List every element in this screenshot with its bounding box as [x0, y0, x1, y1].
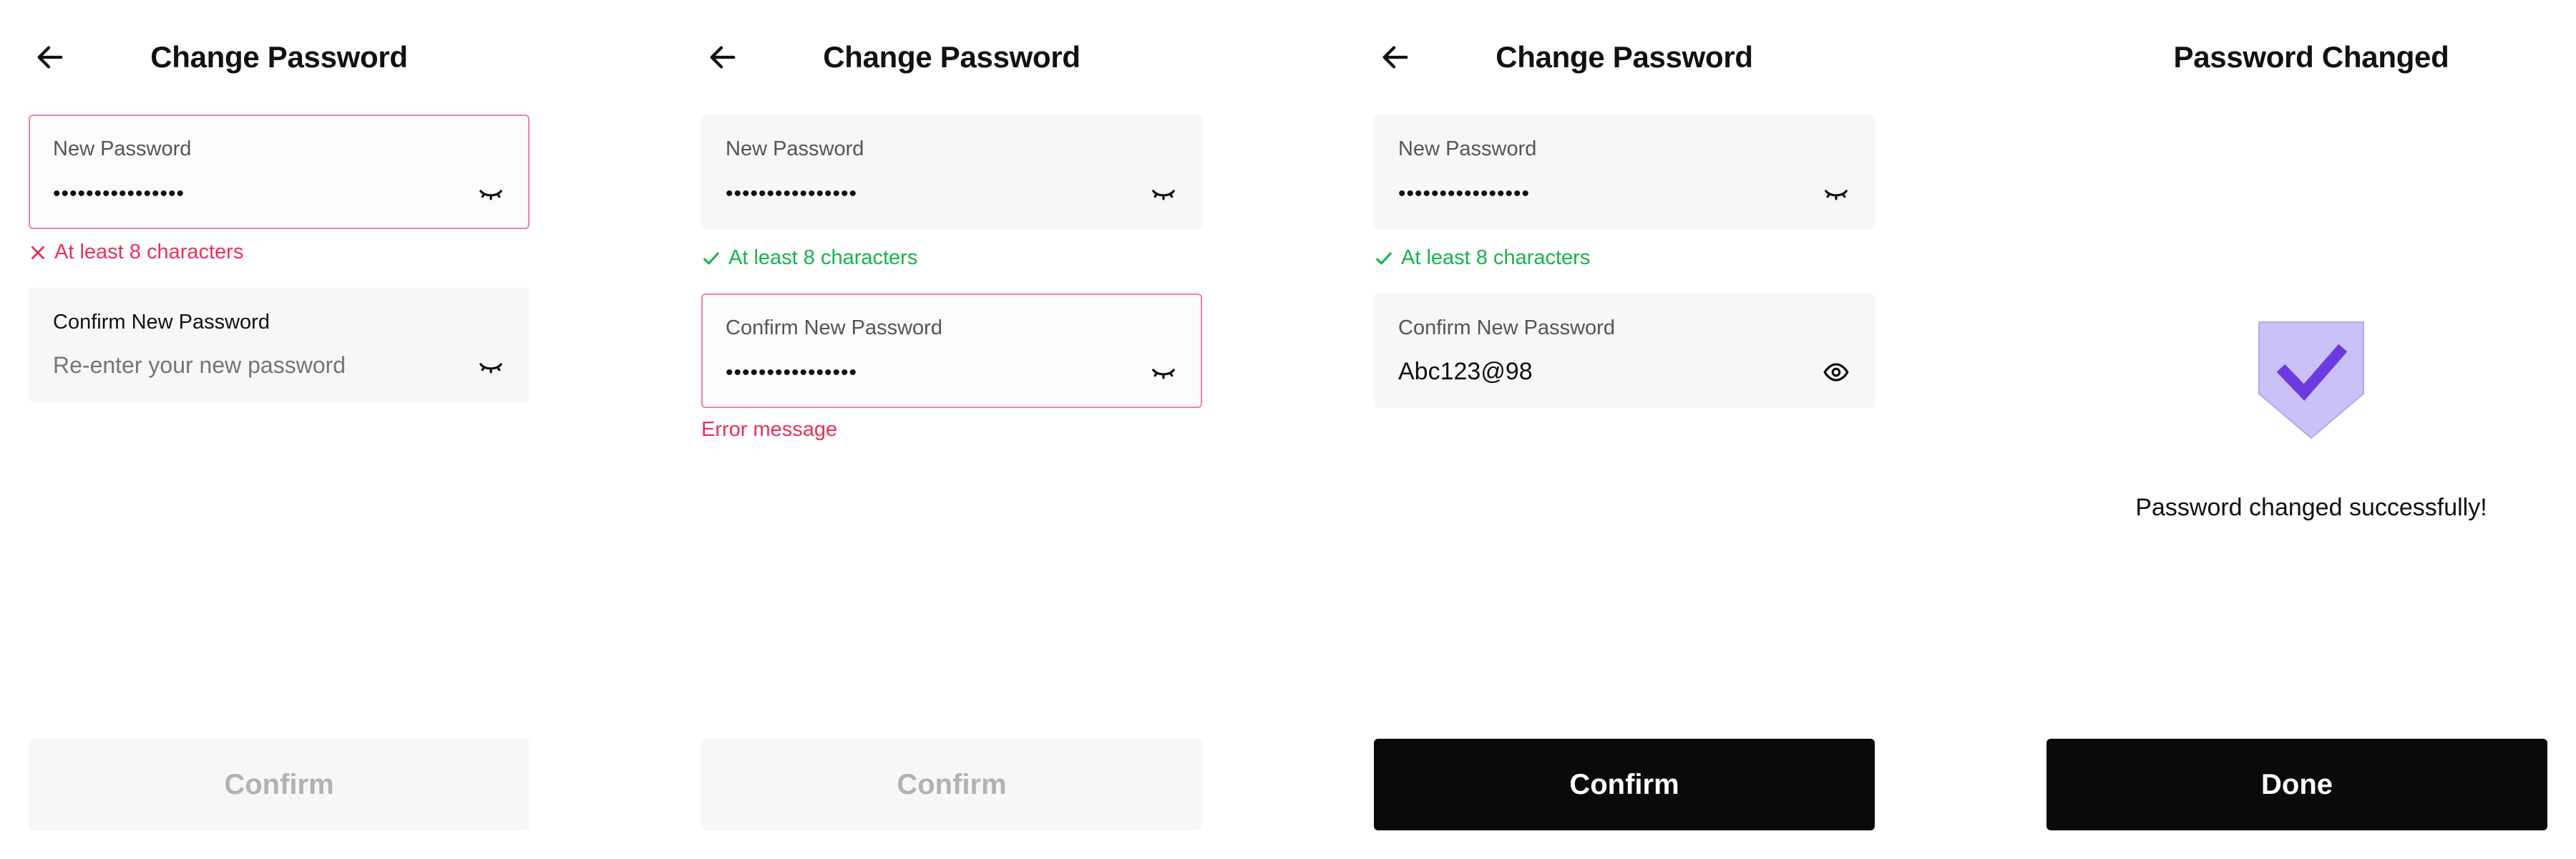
confirm-password-value[interactable]: Abc123@98 [1398, 358, 1802, 386]
confirm-password-label: Confirm New Password [1398, 316, 1615, 339]
success-message: Password changed successfully! [2135, 494, 2487, 521]
hint-text: At least 8 characters [728, 246, 918, 269]
toggle-visibility-button[interactable] [1820, 178, 1852, 209]
confirm-password-field[interactable]: Confirm New Password Abc123@98 [1374, 293, 1875, 408]
eye-closed-icon [1152, 190, 1175, 200]
eye-closed-icon [1825, 190, 1848, 200]
password-length-hint: At least 8 characters [1374, 246, 1590, 270]
hint-text: At least 8 characters [1401, 246, 1591, 269]
confirm-password-label: Confirm New Password [726, 316, 942, 339]
confirm-password-field[interactable]: Confirm New Password •••••••••••••••• [701, 293, 1202, 408]
header: Change Password [1345, 29, 1989, 86]
confirm-button[interactable]: Confirm [1374, 739, 1875, 830]
check-icon [703, 251, 719, 265]
header: Password Changed [2018, 29, 2576, 86]
toggle-visibility-button[interactable] [475, 178, 507, 209]
header: Change Password [0, 29, 644, 86]
password-changed-screen: Password Changed Password changed succes… [2018, 0, 2576, 859]
new-password-field[interactable]: New Password •••••••••••••••• [29, 115, 530, 229]
check-icon [1376, 251, 1392, 265]
header: Change Password [673, 29, 1317, 86]
toggle-visibility-button[interactable] [1820, 356, 1852, 388]
page-title: Change Password [150, 40, 408, 74]
eye-open-icon [1823, 363, 1849, 382]
toggle-visibility-button[interactable] [475, 351, 507, 382]
toggle-visibility-button[interactable] [1148, 178, 1179, 209]
confirm-password-input[interactable] [53, 352, 457, 379]
password-length-hint: At least 8 characters [701, 246, 917, 270]
new-password-label: New Password [1398, 137, 1537, 160]
change-password-screen-empty-confirm: Change Password New Password •••••••••••… [0, 0, 644, 859]
hint-text: At least 8 characters [54, 241, 244, 263]
confirm-password-label: Confirm New Password [53, 311, 270, 334]
eye-closed-icon [479, 190, 502, 200]
confirm-password-field[interactable]: Confirm New Password [29, 288, 530, 402]
error-message: Error message [701, 418, 838, 441]
page-title: Change Password [1496, 40, 1753, 74]
new-password-label: New Password [53, 137, 192, 160]
change-password-screen-valid: Change Password New Password •••••••••••… [1345, 0, 1989, 859]
eye-closed-icon [479, 363, 502, 374]
new-password-value[interactable]: •••••••••••••••• [726, 182, 1129, 206]
new-password-label: New Password [726, 137, 864, 160]
shield-check-icon [2258, 321, 2364, 439]
new-password-field[interactable]: New Password •••••••••••••••• [701, 115, 1202, 229]
page-title: Change Password [823, 40, 1080, 74]
done-button[interactable]: Done [2046, 739, 2547, 830]
new-password-value[interactable]: •••••••••••••••• [53, 182, 457, 206]
page-title: Password Changed [2173, 40, 2449, 74]
new-password-value[interactable]: •••••••••••••••• [1398, 182, 1802, 206]
x-icon [31, 246, 44, 259]
confirm-button[interactable]: Confirm [29, 739, 530, 830]
toggle-visibility-button[interactable] [1148, 356, 1179, 388]
eye-closed-icon [1152, 369, 1175, 379]
confirm-button[interactable]: Confirm [701, 739, 1202, 830]
confirm-password-value[interactable]: •••••••••••••••• [726, 361, 1129, 385]
password-length-hint: At least 8 characters [29, 241, 243, 264]
new-password-field[interactable]: New Password •••••••••••••••• [1374, 115, 1875, 229]
change-password-screen-mismatch: Change Password New Password •••••••••••… [673, 0, 1317, 859]
